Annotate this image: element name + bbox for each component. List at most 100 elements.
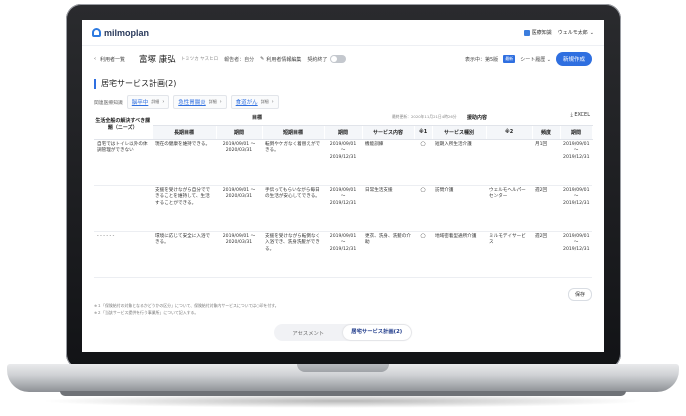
edit-patient-button[interactable]: ✎ 利用者情報編集 [260,56,301,63]
tag-detail: 詳細 [151,99,160,104]
table-row[interactable]: - - - - - - 環境に応じて安全に入浴できる。 2019/09/01 ～… [94,231,593,278]
period-cell[interactable]: 2019/09/01 ～ 2019/12/31 [560,139,593,186]
tab-care-plan-2[interactable]: 居宅サービス計画(2) [342,325,411,340]
long-period-cell[interactable]: 2019/09/01 ～ 2020/03/31 [216,185,262,232]
user-name: ウェルモ太郎 [557,30,588,36]
short-goal-cell[interactable]: 転倒やケガなく着替えができる。 [262,139,324,186]
frequency-cell[interactable]: 週2回 [532,231,561,278]
period-header: 期間 [560,125,593,140]
needs-header: 生活全般の解決すべき課題（ニーズ） [94,111,153,140]
last-updated: 最終更新：2020年11月21日4時26分 [392,114,457,119]
laptop-feet [60,391,626,396]
sheet-history-label: シート履歴 [520,56,546,63]
long-goal-cell[interactable]: 現在の健康を維持できる。 [152,139,216,186]
knowledge-tag[interactable]: 脳卒中 詳細 › [126,95,170,109]
short-goal-cell[interactable]: 手伝ってもらいながら毎日の生活が安心してできる。 [262,185,324,232]
long-goal-cell[interactable]: 環境に応じて安全に入浴できる。 [152,231,216,278]
book-icon [523,29,530,36]
sheet-history-dropdown[interactable]: シート履歴 ⌄ [520,56,551,63]
service-cell[interactable]: 機能訓練 [362,139,415,186]
period-cell[interactable]: 2019/09/01 ～ 2019/12/31 [560,231,593,278]
logo[interactable]: milmoplan [92,28,149,38]
footnote: ※１「保険給付の対象となるかどうかの区分」について、保険給付対象内サービスについ… [94,303,279,308]
mark1-cell[interactable]: ◯ [414,139,433,186]
footnotes: ※１「保険給付の対象となるかどうかの区分」について、保険給付対象内サービスについ… [94,302,279,316]
tag-label: 脳卒中 [131,100,149,106]
service-type-cell[interactable]: 訪問介護 [432,185,487,232]
tag-label: 急性胃腸炎 [178,100,206,106]
tag-detail: 詳細 [260,99,269,104]
laptop-mockup: milmoplan 医療知識 ウェルモ太郎 ⌄ ‹ 利用者一覧 富塚 康弘 トミ… [0,0,686,416]
long-goal-cell[interactable]: 支援を受けながら自分でできることを維持して、生活することができる。 [152,185,216,232]
need-cell[interactable]: 自宅ではトイレ以外の体調管理ができない [94,139,152,186]
mark2-cell[interactable]: ミルモデイサービス [486,231,533,278]
need-cell[interactable]: - - - - - - [94,231,152,278]
need-cell[interactable] [94,185,152,232]
excel-export-button[interactable]: ⤓ EXCEL [571,112,590,118]
frequency-cell[interactable]: 月1回 [532,139,561,186]
mark1-cell[interactable]: ◯ [414,231,433,278]
short-goal-header: 短期目標 [262,125,325,140]
chevron-right-icon: › [162,99,165,105]
laptop-shadow [40,394,646,408]
laptop-notch [297,364,389,372]
excel-label: EXCEL [574,112,590,118]
latest-badge: 最新 [503,55,516,63]
download-icon: ⤓ [570,112,573,118]
edit-label: 利用者情報編集 [266,56,302,63]
short-goal-cell[interactable]: 支援を受けながら転倒なく入浴でき、洗身洗髪ができる。 [262,231,324,278]
related-knowledge: 関連医療知識 脳卒中 詳細 › 急性胃腸炎 詳細 › 食道がん 詳細 › [94,95,279,109]
footnote: ※２「当該サービス提供を行う事業所」について記入する。 [94,310,199,315]
new-create-button[interactable]: 新規作成 [555,52,592,66]
patient-kana: トミツカ ヤスヒロ [180,57,219,62]
goal-group-header: 目標 [152,111,363,126]
support-group-label: 援助内容 [467,115,488,122]
patient-name: 富塚 康弘 [139,55,176,65]
service-type-header: サービス種別 [432,125,487,140]
table-row[interactable]: 自宅ではトイレ以外の体調管理ができない 現在の健康を維持できる。 2019/09… [94,139,593,186]
frequency-header: 頻度 [532,125,561,140]
knowledge-tag[interactable]: 急性胃腸炎 詳細 › [173,95,227,109]
app-screen: milmoplan 医療知識 ウェルモ太郎 ⌄ ‹ 利用者一覧 富塚 康弘 トミ… [82,20,604,352]
short-period-cell[interactable]: 2019/09/01 ～ 2019/12/31 [324,231,363,278]
display-version: 表示中：第5版 [465,56,499,63]
chevron-right-icon: › [219,99,222,105]
medical-knowledge-label: 医療知識 [531,30,552,36]
tab-assessment[interactable]: アセスメント [274,329,343,337]
service-type-cell[interactable]: 地域密着型通所介護 [432,231,487,278]
top-bar: milmoplan 医療知識 ウェルモ太郎 ⌄ [82,20,604,46]
service-type-cell[interactable]: 短期入所生活介護 [432,139,487,186]
medical-knowledge-link[interactable]: 医療知識 [523,29,552,36]
short-period-cell[interactable]: 2019/09/01 ～ 2019/12/31 [324,185,363,232]
back-to-list-button[interactable]: ‹ 利用者一覧 [94,56,125,63]
chevron-right-icon: › [271,99,274,105]
contract-end-toggle[interactable]: 契約終了 [307,55,347,63]
table-row[interactable]: 支援を受けながら自分でできることを維持して、生活することができる。 2019/0… [94,185,593,232]
long-period-header: 期間 [216,125,263,140]
mark2-cell[interactable]: ウェルモヘルパーセンター [486,185,533,232]
save-button[interactable]: 保存 [567,288,592,301]
mark2-cell[interactable] [486,139,533,186]
toggle-switch[interactable] [330,55,347,63]
reporter: 報告者：自分 [224,56,255,63]
chevron-left-icon: ‹ [94,56,96,62]
chevron-down-icon: ⌄ [589,29,594,36]
mark1-cell[interactable]: ◯ [414,185,433,232]
knowledge-tag[interactable]: 食道がん 詳細 › [230,95,279,109]
care-plan-table: 生活全般の解決すべき課題（ニーズ） 目標 援助内容 長期目標 期間 短期目標 期… [94,111,593,278]
short-period-header: 期間 [324,125,363,140]
user-menu[interactable]: ウェルモ太郎 ⌄ [557,29,594,37]
sheet-tabs: アセスメント 居宅サービス計画(2) [274,324,412,341]
service-cell[interactable]: 更衣、洗身、洗髪の介助 [362,231,415,278]
service-cell[interactable]: 日常生活支援 [362,185,415,232]
back-label: 利用者一覧 [100,56,126,63]
long-period-cell[interactable]: 2019/09/01 ～ 2020/03/31 [216,231,262,278]
mark2-header: ※2 [486,125,533,140]
logo-text: milmoplan [104,27,150,38]
period-cell[interactable]: 2019/09/01 ～ 2019/12/31 [560,185,593,232]
frequency-cell[interactable]: 週2回 [532,185,561,232]
tag-label: 食道がん [235,100,258,106]
long-period-cell[interactable]: 2019/09/01 ～ 2020/03/31 [216,139,262,186]
care-plan-table-area: 生活全般の解決すべき課題（ニーズ） 目標 援助内容 長期目標 期間 短期目標 期… [94,111,593,296]
short-period-cell[interactable]: 2019/09/01 ～ 2019/12/31 [324,139,363,186]
